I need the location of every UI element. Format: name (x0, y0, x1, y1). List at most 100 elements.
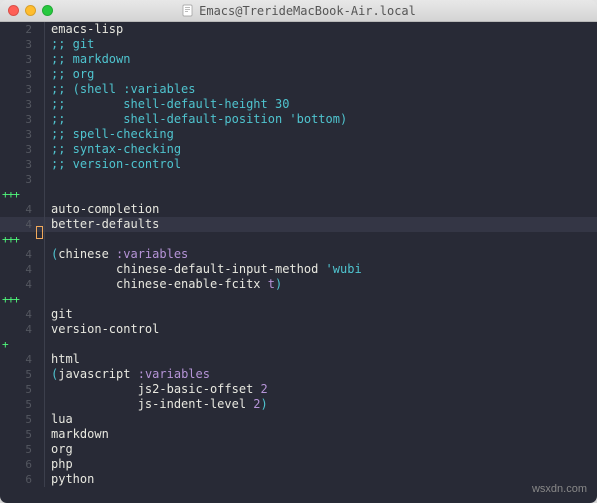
code-line[interactable]: 4version-control (0, 322, 597, 337)
code-token: ;; syntax-checking (51, 142, 181, 156)
code-line[interactable]: 4(chinese :variables (0, 247, 597, 262)
line-content[interactable]: chinese-enable-fcitx t) (47, 277, 282, 292)
code-line[interactable]: 3;; shell-default-position 'bottom) (0, 112, 597, 127)
code-line[interactable]: 3;; markdown (0, 52, 597, 67)
code-line[interactable]: +++ (0, 232, 597, 247)
code-token: ;; spell-checking (51, 127, 174, 141)
gutter: 5 (0, 367, 44, 382)
line-content[interactable]: git (47, 307, 73, 322)
gutter: 4 (0, 307, 44, 322)
line-number: 4 (18, 352, 36, 367)
code-line[interactable]: 5 js2-basic-offset 2 (0, 382, 597, 397)
gutter: 3 (0, 82, 44, 97)
line-content[interactable]: ;; version-control (47, 157, 181, 172)
line-content[interactable]: js2-basic-offset 2 (47, 382, 268, 397)
line-content[interactable]: php (47, 457, 73, 472)
gutter: 3 (0, 52, 44, 67)
close-icon[interactable] (8, 5, 19, 16)
code-line[interactable]: 4git (0, 307, 597, 322)
line-content[interactable]: chinese-default-input-method 'wubi (47, 262, 362, 277)
code-area[interactable]: 2emacs-lisp3;; git3;; markdown3;; org3;;… (0, 22, 597, 503)
line-content[interactable]: html (47, 352, 80, 367)
line-content[interactable]: ;; markdown (47, 52, 130, 67)
code-line[interactable]: 3;; (shell :variables (0, 82, 597, 97)
line-content[interactable]: version-control (47, 322, 159, 337)
line-content[interactable]: ;; org (47, 67, 94, 82)
diff-marker: +++ (0, 187, 18, 202)
line-content[interactable]: ;; (shell :variables (47, 82, 196, 97)
code-line[interactable]: 3 (0, 172, 597, 187)
code-line[interactable]: +++ (0, 187, 597, 202)
line-content[interactable]: js-indent-level 2) (47, 397, 268, 412)
line-number: 4 (18, 217, 36, 232)
code-line[interactable]: 3;; shell-default-height 30 (0, 97, 597, 112)
line-content[interactable]: (javascript :variables (47, 367, 210, 382)
code-line[interactable]: + (0, 337, 597, 352)
line-content[interactable]: ;; shell-default-height 30 (47, 97, 289, 112)
line-content[interactable]: python (47, 472, 94, 487)
code-token: python (51, 472, 94, 486)
line-number: 4 (18, 262, 36, 277)
line-content[interactable]: (chinese :variables (47, 247, 188, 262)
line-content[interactable]: org (47, 442, 73, 457)
code-line[interactable]: 5lua (0, 412, 597, 427)
document-icon (181, 4, 194, 17)
line-number: 3 (18, 127, 36, 142)
gutter: +++ (0, 232, 44, 247)
code-line[interactable]: 3;; git (0, 37, 597, 52)
fold-bar (44, 322, 45, 337)
fold-bar (44, 217, 45, 232)
editor-area[interactable]: 2emacs-lisp3;; git3;; markdown3;; org3;;… (0, 22, 597, 503)
code-line[interactable]: 4 html (0, 352, 597, 367)
title-wrap: Emacs@TrerideMacBook-Air.local (0, 4, 597, 18)
minimize-icon[interactable] (25, 5, 36, 16)
line-content[interactable]: auto-completion (47, 202, 159, 217)
diff-marker: + (0, 337, 18, 352)
line-content[interactable]: ;; git (47, 37, 94, 52)
line-content[interactable]: ;; shell-default-position 'bottom) (47, 112, 347, 127)
line-number: 4 (18, 277, 36, 292)
code-line[interactable]: 3 ;; spell-checking (0, 127, 597, 142)
code-token: ;; org (51, 67, 94, 81)
fold-bar (44, 382, 45, 397)
code-line[interactable]: 5markdown (0, 427, 597, 442)
line-number: 2 (18, 22, 36, 37)
zoom-icon[interactable] (42, 5, 53, 16)
code-line[interactable]: 4auto-completion (0, 202, 597, 217)
code-line[interactable]: 5 js-indent-level 2) (0, 397, 597, 412)
line-number: 5 (18, 442, 36, 457)
fold-bar (44, 232, 45, 247)
window-controls (8, 5, 53, 16)
code-line[interactable]: 3;; version-control (0, 157, 597, 172)
line-content[interactable]: lua (47, 412, 73, 427)
code-line[interactable]: +++ (0, 292, 597, 307)
gutter: 4 (0, 217, 44, 232)
line-content[interactable]: ;; syntax-checking (47, 142, 181, 157)
fold-bar (44, 97, 45, 112)
watermark-text: wsxdn.com (532, 483, 587, 495)
code-line[interactable]: 4 better-defaults (0, 217, 597, 232)
gutter: 3 (0, 157, 44, 172)
code-line[interactable]: 6python (0, 472, 597, 487)
line-number: 3 (18, 142, 36, 157)
line-content[interactable]: emacs-lisp (47, 22, 123, 37)
code-line[interactable]: 6php (0, 457, 597, 472)
gutter: 5 (0, 412, 44, 427)
line-content[interactable]: markdown (47, 427, 109, 442)
gutter: 4 (0, 352, 44, 367)
gutter: 6 (0, 457, 44, 472)
code-line[interactable]: 2 emacs-lisp (0, 22, 597, 37)
code-line[interactable]: 5 org (0, 442, 597, 457)
code-line[interactable]: 3 ;; org (0, 67, 597, 82)
code-line[interactable]: 4 chinese-default-input-method 'wubi (0, 262, 597, 277)
line-content[interactable]: better-defaults (47, 217, 159, 232)
code-token: markdown (51, 427, 109, 441)
gutter: 3 (0, 67, 44, 82)
line-content[interactable]: ;; spell-checking (47, 127, 174, 142)
code-token: auto-completion (51, 202, 159, 216)
code-line[interactable]: 5(javascript :variables (0, 367, 597, 382)
code-line[interactable]: 3 ;; syntax-checking (0, 142, 597, 157)
gutter: 3 (0, 142, 44, 157)
gutter: 2 (0, 22, 44, 37)
code-line[interactable]: 4 chinese-enable-fcitx t) (0, 277, 597, 292)
